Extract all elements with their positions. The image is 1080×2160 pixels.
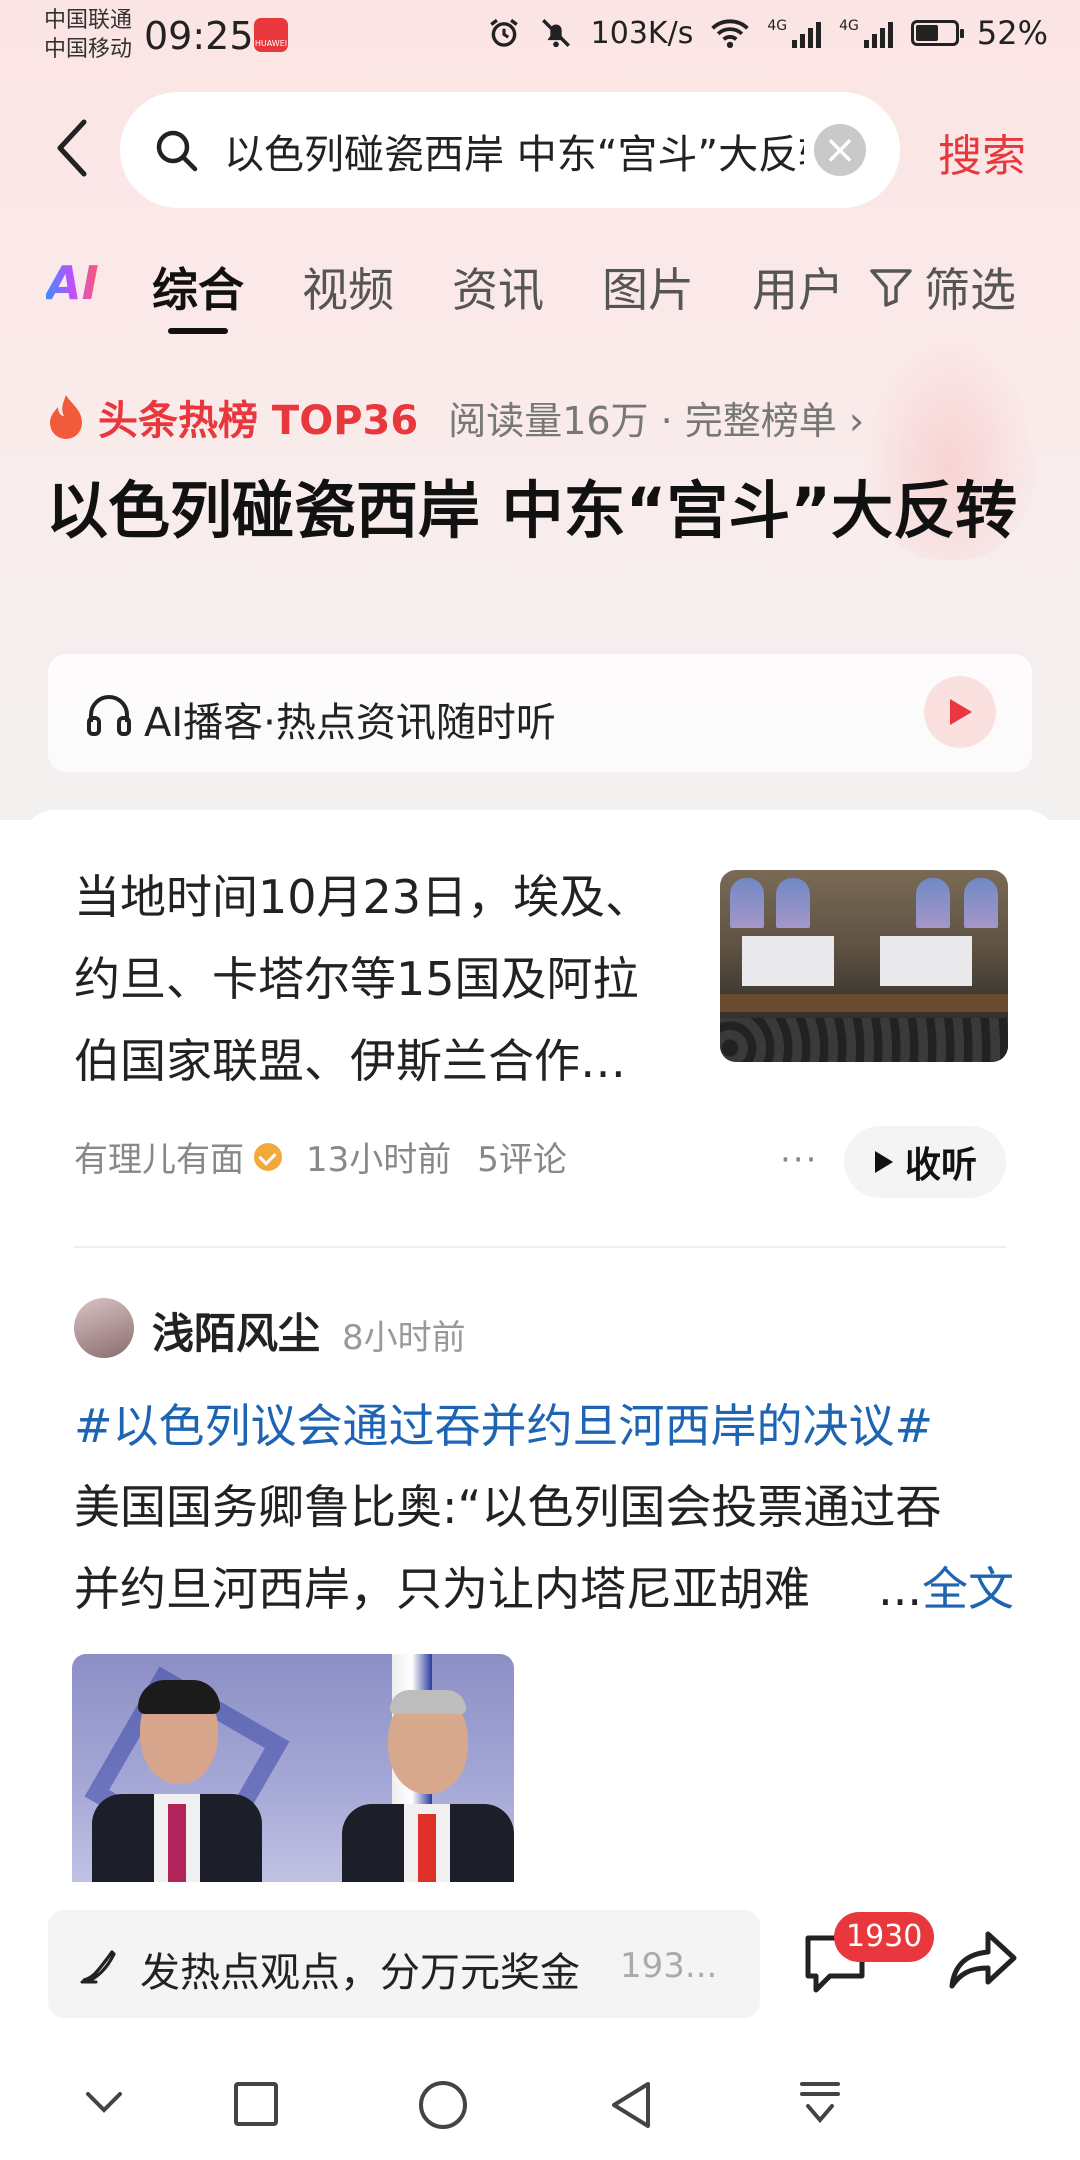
- bottom-action-bar: 发热点观点，分万元奖金 193... 1930: [0, 1882, 1080, 2160]
- hot-topic-title: 以色列碰瓷西岸 中东“宫斗”大反转: [46, 474, 1018, 547]
- clear-icon[interactable]: ×: [814, 124, 866, 176]
- search-box[interactable]: 以色列碰瓷西岸 中东“宫斗”大反转 ×: [120, 92, 900, 208]
- post-image[interactable]: [72, 1654, 514, 1914]
- signal-1-icon: 4G: [767, 18, 822, 48]
- battery-icon: [910, 20, 964, 46]
- fire-icon: [50, 395, 82, 439]
- full-text-link[interactable]: 全文: [922, 1562, 1014, 1616]
- tab-video[interactable]: 视频: [302, 254, 394, 320]
- article-meta: 有理儿有面 13小时前 5评论: [74, 1132, 567, 1181]
- post-body-line-2: 并约旦河西岸，只为让内塔尼亚胡难: [74, 1562, 810, 1616]
- carrier-labels: 中国联通 中国移动: [44, 6, 132, 64]
- comment-count-badge: 1930: [834, 1912, 935, 1962]
- signal-2-icon: 4G: [839, 18, 893, 48]
- listen-play-icon: [874, 1151, 893, 1173]
- tab-images[interactable]: 图片: [602, 254, 694, 320]
- nav-menu-icon[interactable]: [798, 2080, 842, 2128]
- carrier-1: 中国联通: [44, 8, 133, 33]
- post-body-line-1: 美国国务卿鲁比奥:“以色列国会投票通过吞: [74, 1480, 942, 1534]
- hot-rank-row[interactable]: 头条热榜 TOP36 阅读量16万 · 完整榜单 ›: [46, 388, 864, 446]
- post-body[interactable]: 美国国务卿鲁比奥:“以色列国会投票通过吞 并约旦河西岸，只为让内塔尼亚胡难 ..…: [74, 1466, 1014, 1630]
- mute-icon: [541, 19, 570, 48]
- article-thumbnail[interactable]: [720, 870, 1008, 1062]
- carrier-2: 中国移动: [44, 37, 133, 62]
- hot-rank-label: 头条热榜 TOP36: [98, 398, 419, 444]
- results-card: 当地时间10月23日，埃及、约旦、卡塔尔等15国及阿拉伯国家联盟、伊斯兰合作… …: [24, 810, 1056, 1914]
- filter-button[interactable]: 筛选: [868, 254, 1016, 320]
- nav-circle-icon[interactable]: [418, 2080, 468, 2130]
- filter-icon: [870, 269, 912, 307]
- back-icon[interactable]: [52, 118, 92, 178]
- alarm-icon: [489, 18, 518, 47]
- net-speed: 103K/s: [590, 15, 694, 51]
- tab-ai[interactable]: AI: [46, 256, 99, 310]
- nav-square-icon[interactable]: [232, 2080, 280, 2128]
- huawei-app-icon: HUAWEI: [254, 18, 288, 52]
- listen-button[interactable]: 收听: [844, 1126, 1006, 1198]
- post-time: 8小时前: [342, 1318, 466, 1358]
- article-comments: 5评论: [477, 1140, 567, 1180]
- listen-label: 收听: [904, 1145, 977, 1186]
- more-icon[interactable]: ···: [780, 1140, 818, 1180]
- podcast-label: AI播客·热点资讯随时听: [144, 700, 556, 746]
- nav-back-icon[interactable]: [608, 2080, 654, 2130]
- comment-input[interactable]: 发热点观点，分万元奖金 193...: [48, 1910, 760, 2018]
- ai-podcast-bar[interactable]: AI播客·热点资讯随时听: [48, 654, 1032, 772]
- nav-down-icon[interactable]: [82, 2080, 126, 2124]
- system-nav-bar: [0, 2062, 1080, 2152]
- verified-icon: [254, 1142, 282, 1171]
- tab-active-indicator: [168, 328, 228, 334]
- tab-users[interactable]: 用户: [752, 254, 844, 320]
- avatar[interactable]: [74, 1298, 134, 1358]
- tab-news[interactable]: 资讯: [452, 254, 544, 320]
- wifi-icon: [711, 19, 750, 49]
- tab-bar: AI 综合 视频 资讯 图片 用户 筛选: [0, 248, 1080, 344]
- play-icon: [950, 699, 972, 725]
- search-icon: [156, 130, 198, 172]
- comment-prompt: 发热点观点，分万元奖金: [140, 1950, 580, 1996]
- filter-label: 筛选: [924, 263, 1016, 317]
- article-source[interactable]: 有理儿有面: [74, 1132, 244, 1181]
- share-icon[interactable]: [948, 1928, 1018, 1992]
- search-input[interactable]: 以色列碰瓷西岸 中东“宫斗”大反转: [224, 122, 804, 180]
- article-time: 13小时前: [306, 1140, 452, 1180]
- tab-comprehensive[interactable]: 综合: [152, 254, 244, 320]
- clock: 09:25: [144, 14, 254, 58]
- post-author[interactable]: 浅陌风尘: [152, 1300, 320, 1361]
- divider: [74, 1246, 1006, 1248]
- podcast-play-button[interactable]: [924, 676, 996, 748]
- pen-icon: [80, 1950, 116, 1984]
- status-bar: 中国联通 中国移动 09:25 HUAWEI 103K/s 4G 4G 52%: [0, 0, 1080, 76]
- signal-2-label: 4G: [839, 18, 859, 34]
- post-ellipsis: ...: [878, 1562, 922, 1616]
- post-hashtag[interactable]: #以色列议会通过吞并约旦河西岸的决议#: [74, 1390, 933, 1456]
- hot-rank-meta[interactable]: 阅读量16万 · 完整榜单 ›: [448, 390, 864, 445]
- signal-1-label: 4G: [767, 18, 788, 34]
- search-button[interactable]: 搜索: [938, 120, 1026, 184]
- comment-hint: 193...: [620, 1946, 718, 1986]
- article-summary[interactable]: 当地时间10月23日，埃及、约旦、卡塔尔等15国及阿拉伯国家联盟、伊斯兰合作…: [74, 856, 674, 1102]
- battery-percent: 52%: [976, 14, 1048, 52]
- status-indicators: 103K/s 4G 4G 52%: [487, 14, 1048, 52]
- headphone-icon: [87, 695, 131, 736]
